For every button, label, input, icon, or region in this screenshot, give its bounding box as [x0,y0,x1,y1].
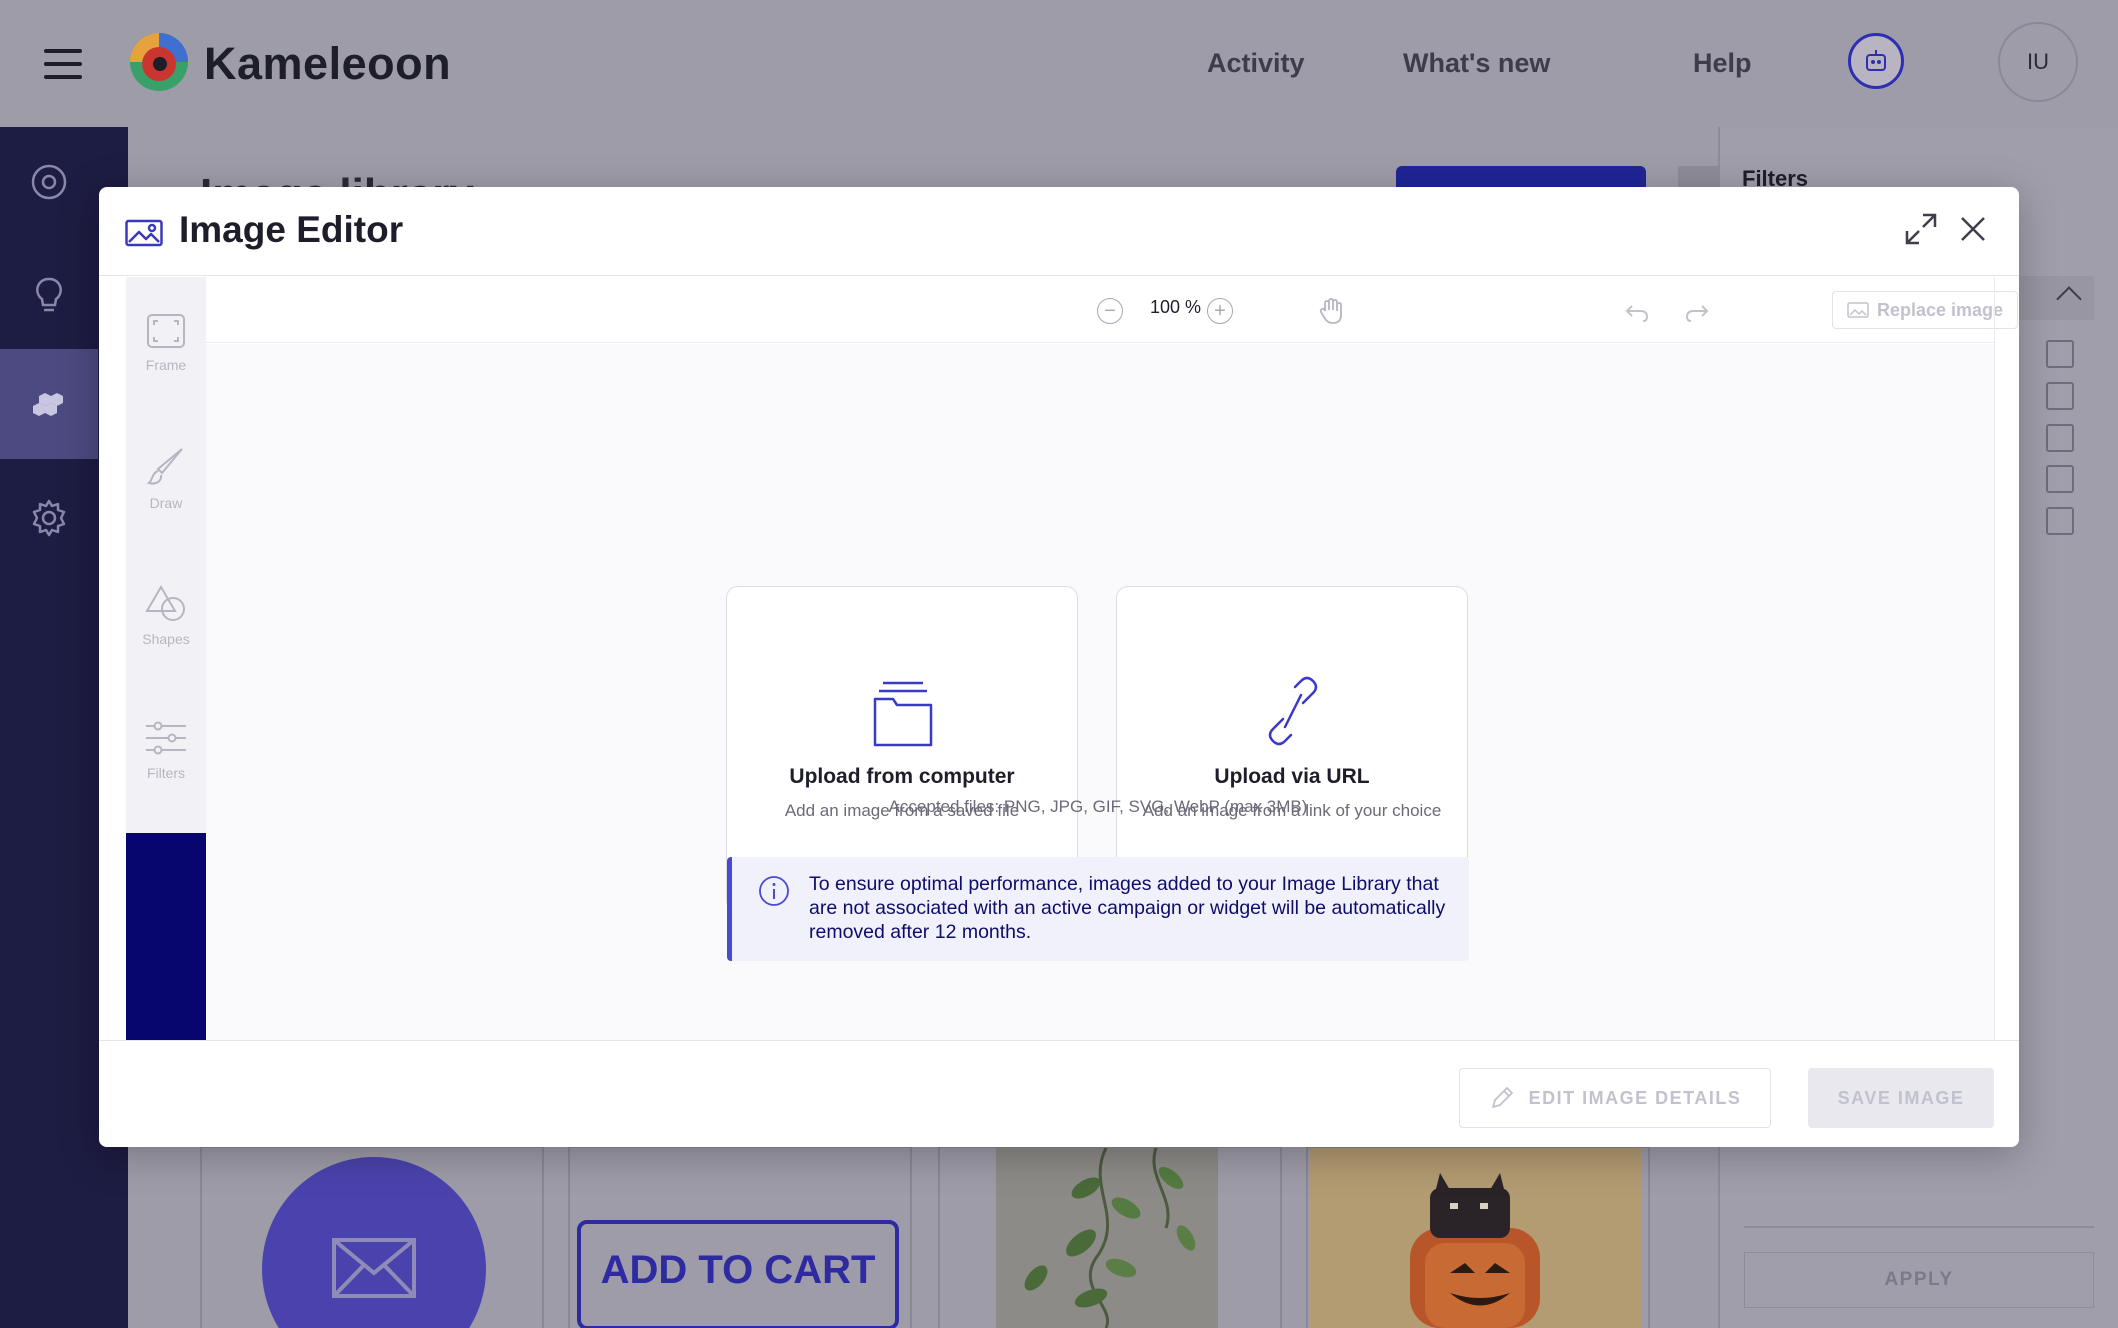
replace-image-button[interactable]: Replace image [1832,291,2018,329]
hand-pan-icon[interactable] [1317,297,1345,325]
nav-activity[interactable]: Activity [1207,48,1305,79]
modal-title: Image Editor [179,209,404,250]
tool-shapes-label: Shapes [142,631,190,647]
top-bar: Kameleoon Activity What's new Help IU [0,0,2118,127]
brush-icon [146,448,183,485]
undo-icon[interactable] [1623,297,1651,325]
filter-checkbox[interactable] [2046,382,2074,410]
modal-footer: EDIT IMAGE DETAILS SAVE IMAGE [99,1040,2019,1147]
nav-whats-new[interactable]: What's new [1403,48,1550,79]
close-icon[interactable] [1957,213,1989,245]
save-image-button[interactable]: SAVE IMAGE [1808,1068,1994,1128]
image-editor-modal: Image Editor Frame Draw Shapes Filters −… [99,187,2019,1147]
tool-draw[interactable]: Draw [126,445,206,565]
assistant-robot-icon[interactable] [1848,33,1904,89]
nav-help[interactable]: Help [1693,48,1752,79]
info-icon [759,876,789,906]
kameleoon-logo[interactable] [127,30,191,94]
tool-frame[interactable]: Frame [126,313,206,433]
hamburger-menu-icon[interactable] [44,49,82,79]
target-icon [31,164,67,200]
accepted-files-text: Accepted files: PNG, JPG, GIF, SVG, WebP… [888,797,1308,816]
divider [1994,277,1995,1040]
upload-via-url-title: Upload via URL [1214,765,1370,788]
tool-shapes[interactable]: Shapes [126,583,206,703]
frame-icon [147,314,185,348]
tool-frame-label: Frame [145,357,187,373]
folder-icon [873,681,933,747]
pumpkin-cat-thumbnail [1310,1148,1642,1328]
edit-image-details-button[interactable]: EDIT IMAGE DETAILS [1459,1068,1771,1128]
sidebar-item-settings[interactable] [0,463,98,573]
tool-rail-accent [126,833,206,1041]
modal-header: Image Editor [99,187,2019,276]
image-icon [1847,302,1869,318]
zoom-in-button[interactable]: + [1207,298,1233,324]
apply-button[interactable]: APPLY [1744,1252,2094,1308]
link-icon [1268,676,1318,746]
brand-name[interactable]: Kameleoon [204,38,451,90]
notice-text: To ensure optimal performance, images ad… [809,873,1446,943]
sidebar-item-widgets[interactable] [0,349,98,459]
tool-filters[interactable]: Filters [126,719,206,839]
edit-image-details-label: EDIT IMAGE DETAILS [1528,1087,1742,1108]
upload-from-computer-title: Upload from computer [789,765,1015,788]
zoom-level: 100 % [1150,297,1202,317]
pencil-icon [1491,1087,1513,1108]
editor-toolbar: − 100 % + Replace image [206,277,2018,343]
add-to-cart-thumbnail: ADD TO CART [577,1220,899,1328]
tool-draw-label: Draw [149,495,183,511]
expand-icon[interactable] [1903,211,1939,247]
envelope-icon [332,1238,416,1298]
image-icon [125,219,163,247]
filter-checkbox[interactable] [2046,465,2074,493]
gear-icon [32,499,66,537]
filter-checkbox[interactable] [2046,507,2074,535]
sliders-icon [146,721,186,755]
plant-image-thumbnail [996,1148,1218,1328]
tool-filters-label: Filters [146,765,186,781]
lightbulb-icon [36,277,62,312]
divider [1744,1226,2094,1228]
shapes-icon [145,585,185,621]
filter-checkbox[interactable] [2046,424,2074,452]
filter-checkbox[interactable] [2046,340,2074,368]
redo-icon[interactable] [1683,297,1711,325]
retention-notice: To ensure optimal performance, images ad… [727,857,1469,961]
zoom-out-button[interactable]: − [1097,298,1123,324]
replace-image-label: Replace image [1876,299,2004,320]
user-avatar[interactable]: IU [1998,22,2078,102]
sidebar-item-ideas[interactable] [0,241,98,351]
hexagons-icon [33,393,63,416]
sidebar-item-dashboard[interactable] [0,127,98,237]
